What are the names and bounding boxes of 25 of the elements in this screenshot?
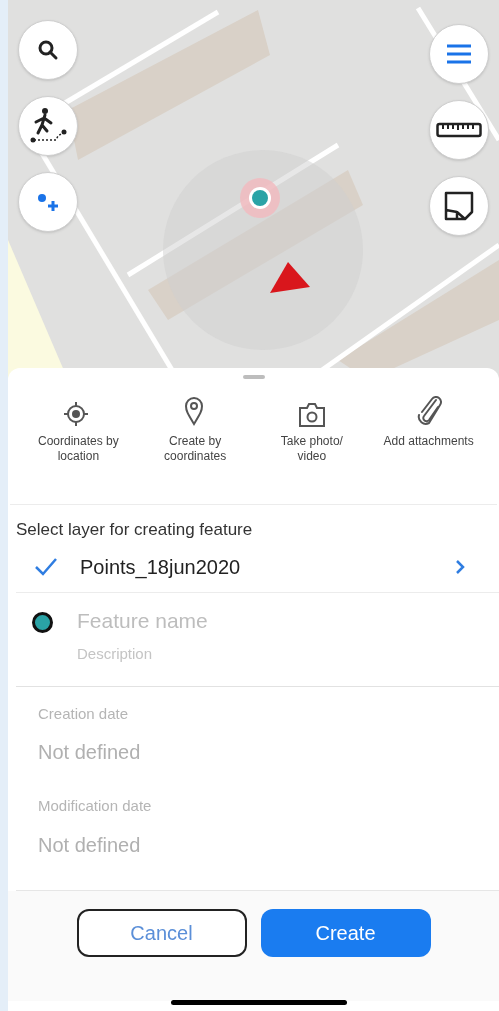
feature-name-field[interactable]: Feature name <box>77 605 417 636</box>
description-field[interactable]: Description <box>77 643 417 666</box>
action-button[interactable]: Add attachments <box>370 394 487 449</box>
note-icon <box>443 190 475 222</box>
location-marker <box>240 178 280 218</box>
paperclip-icon <box>415 396 442 428</box>
camera-icon <box>297 402 326 428</box>
ruler-icon <box>436 120 482 140</box>
menu-icon <box>446 44 472 64</box>
search-icon <box>37 39 59 61</box>
date-label: Modification date <box>38 796 153 816</box>
date-value: Not defined <box>38 832 142 858</box>
layer-row[interactable]: Points_18jun2020 <box>16 542 499 593</box>
layer-name: Points_18jun2020 <box>80 555 241 581</box>
action-button[interactable]: Create by coordinates <box>136 394 254 464</box>
action-button[interactable]: Take photo/ video <box>253 394 371 464</box>
date-label: Creation date <box>38 703 130 724</box>
section-title: Select layer for creating feature <box>15 519 254 541</box>
drag-handle[interactable] <box>242 375 265 379</box>
action-button[interactable]: Coordinates by location <box>20 394 137 464</box>
direction-arrow-icon <box>270 262 310 293</box>
create-button[interactable]: Create <box>260 908 431 957</box>
add-point-icon <box>35 191 61 213</box>
date-value: Not defined <box>38 740 142 765</box>
chevron-right-icon <box>455 559 465 575</box>
